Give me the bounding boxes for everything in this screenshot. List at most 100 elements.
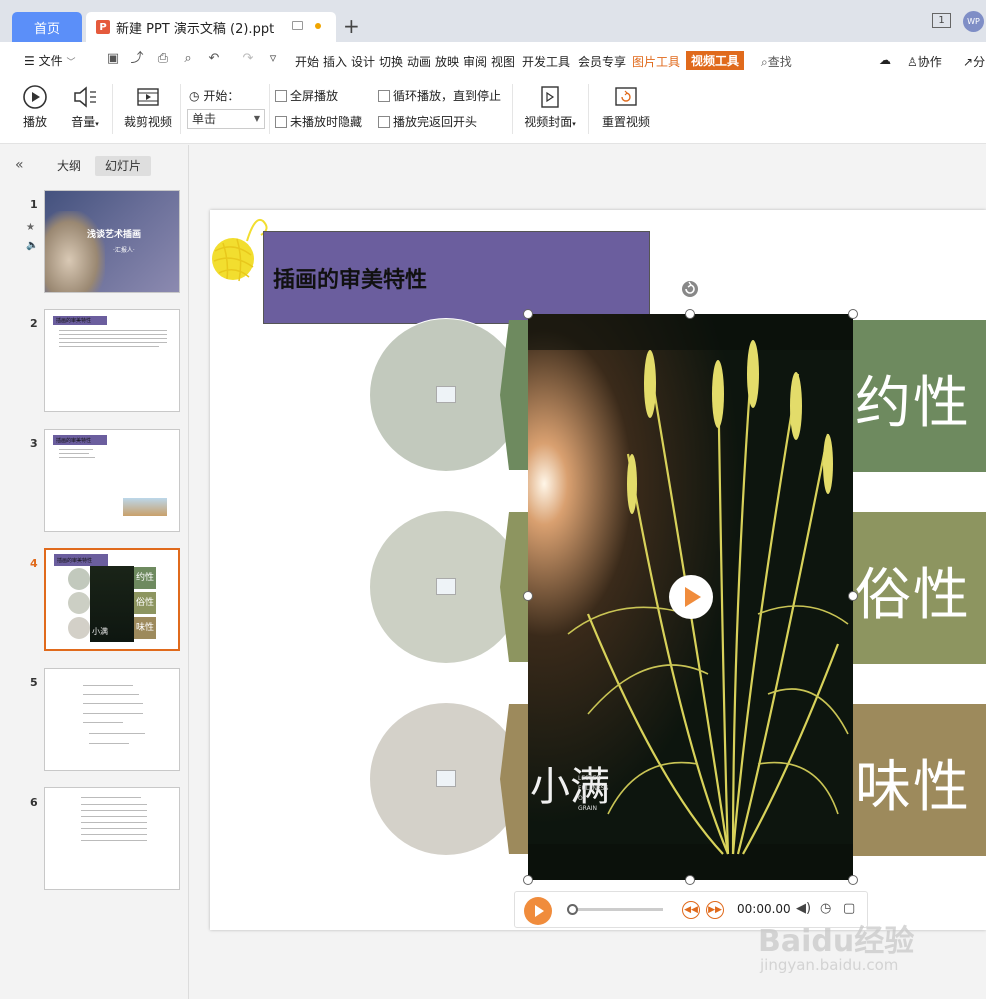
menu-video-tools[interactable]: 视频工具 [686,51,745,70]
menu-member[interactable]: 会员专享 [578,53,626,70]
resize-handle[interactable] [523,309,533,319]
thumb-bar: 味性 [134,617,156,639]
thumb-bar: 约性 [134,567,156,589]
resize-handle[interactable] [848,875,858,885]
menu-animation[interactable]: 动画 [407,53,431,70]
resize-handle[interactable] [523,591,533,601]
text-line [81,810,147,811]
slide-thumbnail-2[interactable]: 插画的审美特性 [44,309,180,412]
collapse-panel-icon[interactable]: « [15,157,24,173]
fullscreen-checkbox[interactable]: 全屏播放 [275,87,338,104]
separator [512,84,513,134]
separator [112,84,113,134]
slide-number: 3 [30,437,38,450]
hide-not-playing-checkbox[interactable]: 未播放时隐藏 [275,113,362,130]
thumb-title: 插画的审美特性 [56,438,92,444]
image-placeholder-3[interactable] [369,702,523,856]
slide-thumbnail-3[interactable]: 插画的审美特性 [44,429,180,532]
fullscreen-icon[interactable]: ▢ [843,901,855,916]
rotate-handle-icon[interactable] [680,279,700,299]
timer-icon[interactable]: ◷ [820,901,831,916]
redo-icon[interactable]: ↷ [241,52,255,66]
print-icon[interactable]: ⎙ [156,52,170,66]
reset-video-button[interactable]: 重置视频 [598,84,654,130]
menu-start[interactable]: 开始 [295,53,319,70]
volume-label: 音量 [71,115,96,129]
volume-button[interactable]: 音量▾ [66,84,104,130]
undo-icon[interactable]: ↶ [207,52,221,66]
avatar[interactable]: WP [963,11,984,32]
save-icon[interactable]: ▣ [106,52,120,66]
cat-illustration [45,211,105,292]
collab-button[interactable]: ♙协作 [907,53,942,70]
preview-icon[interactable]: ⌕ [181,52,195,66]
forward-icon[interactable]: ▶▶ [706,901,724,919]
slide-title-box[interactable]: 插画的审美特性 [263,231,650,324]
resize-handle[interactable] [523,875,533,885]
menu-developer[interactable]: 开发工具 [522,53,570,70]
menu-design[interactable]: 设计 [351,53,375,70]
tab-document[interactable]: P 新建 PPT 演示文稿 (2).ppt [86,12,336,42]
slide-thumbnail-1[interactable]: 浅谈艺术插画 ·汇报人· [44,190,180,293]
rewind-icon[interactable]: ◀◀ [682,901,700,919]
loop-checkbox[interactable]: 循环播放，直到停止 [378,87,501,104]
tab-slides[interactable]: 幻灯片 [95,156,151,176]
video-play-button[interactable] [669,575,713,619]
more-icon[interactable]: ▿ [266,52,280,66]
play-circle-icon [23,85,47,109]
menu-view[interactable]: 视图 [491,53,515,70]
menu-insert[interactable]: 插入 [323,53,347,70]
ribbon: 播放 音量▾ 裁剪视频 ◷ 开始： 单击 ▼ 全屏播放 未播放时隐藏 循环播放，… [0,78,986,144]
trim-video-button[interactable]: 裁剪视频 [120,84,176,130]
resize-handle[interactable] [848,309,858,319]
search-button[interactable]: ⌕查找 [761,53,792,70]
video-cover-button[interactable]: 视频封面▾ [520,84,580,130]
trim-video-label: 裁剪视频 [123,115,172,129]
picture-icon [436,770,456,787]
tab-home[interactable]: 首页 [12,12,82,42]
text-line [59,330,167,331]
checkbox-icon [275,90,287,102]
menu-slideshow[interactable]: 放映 [435,53,459,70]
bar-1[interactable]: 约性 [853,320,986,472]
yarn-ball-icon [212,219,268,282]
resize-handle[interactable] [685,309,695,319]
tab-outline[interactable]: 大纲 [57,157,81,174]
controls-play-button[interactable] [524,897,552,925]
watermark-url: jingyan.baidu.com [760,956,899,974]
bar-2[interactable]: 俗性 [853,512,986,664]
slide-thumbnail-4[interactable]: 插画的审美特性 约性 俗性 味性 小满 [44,548,180,651]
layout-icon[interactable]: 1 [932,13,951,28]
image-placeholder-1[interactable] [369,318,523,472]
menu-transition[interactable]: 切换 [379,53,403,70]
play-button[interactable]: 播放 [20,84,50,130]
volume-icon[interactable]: ◀) [796,901,811,916]
text-line [59,342,167,343]
cloud-icon[interactable]: ☁ [879,53,891,67]
collab-label: 协作 [917,55,942,69]
slide-thumbnail-6[interactable] [44,787,180,890]
progress-knob[interactable] [567,904,578,915]
file-menu[interactable]: ☰ 文件 ﹀ [24,52,75,69]
thumb-image [123,498,167,516]
thumb-circle [68,568,90,590]
hide-not-playing-label: 未播放时隐藏 [290,115,363,129]
bar-3[interactable]: 味性 [853,704,986,856]
menu-review[interactable]: 审阅 [463,53,487,70]
monitor-icon[interactable] [292,21,303,30]
resize-handle[interactable] [685,875,695,885]
progress-track[interactable] [571,908,663,911]
thumb-circle [68,592,90,614]
image-placeholder-2[interactable] [369,510,523,664]
start-select[interactable]: 单击 ▼ [187,109,265,129]
new-tab-button[interactable]: + [343,14,360,38]
share-button[interactable]: ↗分 [963,53,985,70]
speaker-icon [74,86,96,108]
export-icon[interactable]: ⤴ [130,52,144,66]
menu-picture-tools[interactable]: 图片工具 [632,53,680,70]
fullscreen-label: 全屏播放 [290,89,339,103]
thumb-video: 小满 [90,566,134,642]
rewind-checkbox[interactable]: 播放完返回开头 [378,113,477,130]
resize-handle[interactable] [848,591,858,601]
slide-thumbnail-5[interactable] [44,668,180,771]
